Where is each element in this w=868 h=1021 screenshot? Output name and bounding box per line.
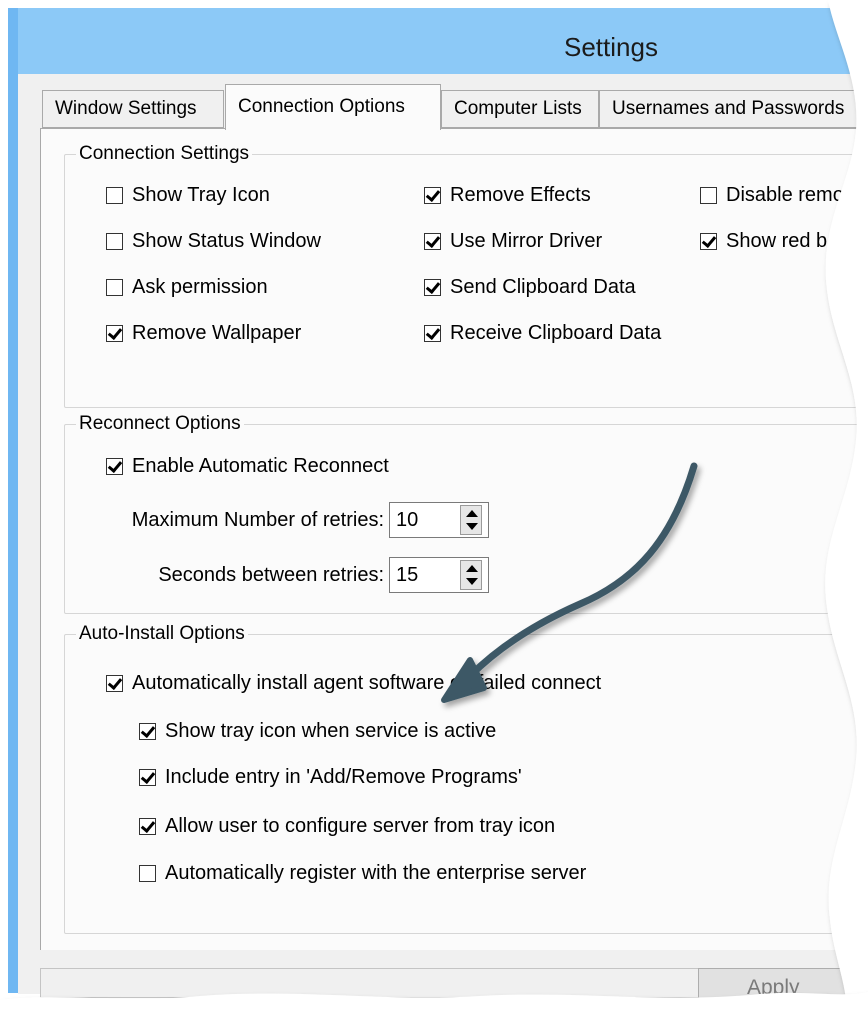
bottom-button-strip	[40, 968, 740, 998]
checkbox-box[interactable]	[106, 675, 123, 692]
seconds-between-label: Seconds between retries:	[158, 564, 384, 586]
checkbox-label: Automatically register with the enterpri…	[165, 862, 587, 884]
tab-label: Connection Options	[238, 96, 405, 117]
spin-up-icon[interactable]	[466, 510, 478, 517]
checkbox-disable-remote[interactable]: Disable remote	[700, 184, 861, 207]
checkbox-label: Ask permission	[132, 276, 268, 298]
checkbox-show-tray-icon-service[interactable]: Show tray icon when service is active	[139, 720, 496, 743]
checkbox-label: Automatically install agent software on …	[132, 672, 602, 694]
spin-down-icon[interactable]	[466, 523, 478, 530]
checkbox-box[interactable]	[424, 187, 441, 204]
tab-label: Window Settings	[55, 98, 197, 119]
checkbox-label: Show Status Window	[132, 230, 321, 252]
checkbox-box[interactable]	[106, 325, 123, 342]
checkbox-auto-install-agent[interactable]: Automatically install agent software on …	[106, 672, 601, 695]
group-title-auto-install-options: Auto-Install Options	[76, 623, 248, 645]
checkbox-use-mirror-driver[interactable]: Use Mirror Driver	[424, 230, 602, 253]
title-bar[interactable]: Settings	[8, 8, 868, 74]
group-title-reconnect-options: Reconnect Options	[76, 413, 244, 435]
checkbox-box[interactable]	[139, 818, 156, 835]
checkbox-register-enterprise-server[interactable]: Automatically register with the enterpri…	[139, 862, 586, 885]
checkbox-enable-automatic-reconnect[interactable]: Enable Automatic Reconnect	[106, 455, 389, 478]
checkbox-box[interactable]	[424, 279, 441, 296]
apply-button[interactable]: Apply	[698, 968, 868, 1008]
checkbox-show-tray-icon[interactable]: Show Tray Icon	[106, 184, 270, 207]
checkbox-show-red-bar[interactable]: Show red bar	[700, 230, 845, 253]
checkbox-label: Receive Clipboard Data	[450, 322, 662, 344]
checkbox-box[interactable]	[424, 233, 441, 250]
checkbox-label: Show Tray Icon	[132, 184, 270, 206]
checkbox-remove-wallpaper[interactable]: Remove Wallpaper	[106, 322, 301, 345]
checkbox-label: Disable remote	[726, 184, 861, 206]
checkbox-receive-clipboard-data[interactable]: Receive Clipboard Data	[424, 322, 661, 345]
apply-button-label: Apply	[747, 976, 800, 999]
spin-up-icon[interactable]	[466, 565, 478, 572]
checkbox-box[interactable]	[700, 233, 717, 250]
group-title-connection-settings: Connection Settings	[76, 143, 253, 165]
checkbox-box[interactable]	[106, 233, 123, 250]
checkbox-box[interactable]	[106, 458, 123, 475]
max-retries-spinner[interactable]	[460, 505, 482, 535]
max-retries-label: Maximum Number of retries:	[131, 509, 384, 531]
checkbox-label: Send Clipboard Data	[450, 276, 636, 298]
tab-usernames-and-passwords[interactable]: Usernames and Passwords	[599, 90, 868, 128]
checkbox-label: Enable Automatic Reconnect	[132, 455, 389, 477]
max-retries-value: 10	[396, 509, 419, 531]
checkbox-label: Remove Wallpaper	[132, 322, 302, 344]
settings-window: Settings Window Settings Connection Opti…	[0, 0, 868, 1021]
tab-connection-options[interactable]: Connection Options	[225, 84, 441, 130]
checkbox-box[interactable]	[139, 865, 156, 882]
checkbox-box[interactable]	[106, 279, 123, 296]
checkbox-box[interactable]	[106, 187, 123, 204]
tab-window-settings[interactable]: Window Settings	[42, 90, 224, 128]
checkbox-box[interactable]	[139, 769, 156, 786]
checkbox-include-add-remove-programs[interactable]: Include entry in 'Add/Remove Programs'	[139, 766, 522, 789]
checkbox-label: Include entry in 'Add/Remove Programs'	[165, 766, 522, 788]
seconds-between-spinner[interactable]	[460, 560, 482, 590]
checkbox-label: Allow user to configure server from tray…	[165, 815, 556, 837]
checkbox-label: Use Mirror Driver	[450, 230, 603, 252]
tab-computer-lists[interactable]: Computer Lists	[441, 90, 599, 128]
checkbox-label: Show tray icon when service is active	[165, 720, 497, 742]
spin-down-icon[interactable]	[466, 578, 478, 585]
checkbox-allow-configure-server[interactable]: Allow user to configure server from tray…	[139, 815, 555, 838]
checkbox-show-status-window[interactable]: Show Status Window	[106, 230, 321, 253]
checkbox-send-clipboard-data[interactable]: Send Clipboard Data	[424, 276, 636, 299]
checkbox-remove-effects[interactable]: Remove Effects	[424, 184, 591, 207]
checkbox-box[interactable]	[139, 723, 156, 740]
tab-label: Usernames and Passwords	[612, 98, 845, 119]
window-frame-left	[8, 8, 18, 993]
checkbox-label: Remove Effects	[450, 184, 591, 206]
seconds-between-value: 15	[396, 564, 419, 586]
window-title: Settings	[564, 32, 658, 62]
checkbox-box[interactable]	[700, 187, 717, 204]
checkbox-box[interactable]	[424, 325, 441, 342]
checkbox-ask-permission[interactable]: Ask permission	[106, 276, 268, 299]
tab-label: Computer Lists	[454, 98, 582, 119]
checkbox-label: Show red bar	[726, 230, 845, 252]
